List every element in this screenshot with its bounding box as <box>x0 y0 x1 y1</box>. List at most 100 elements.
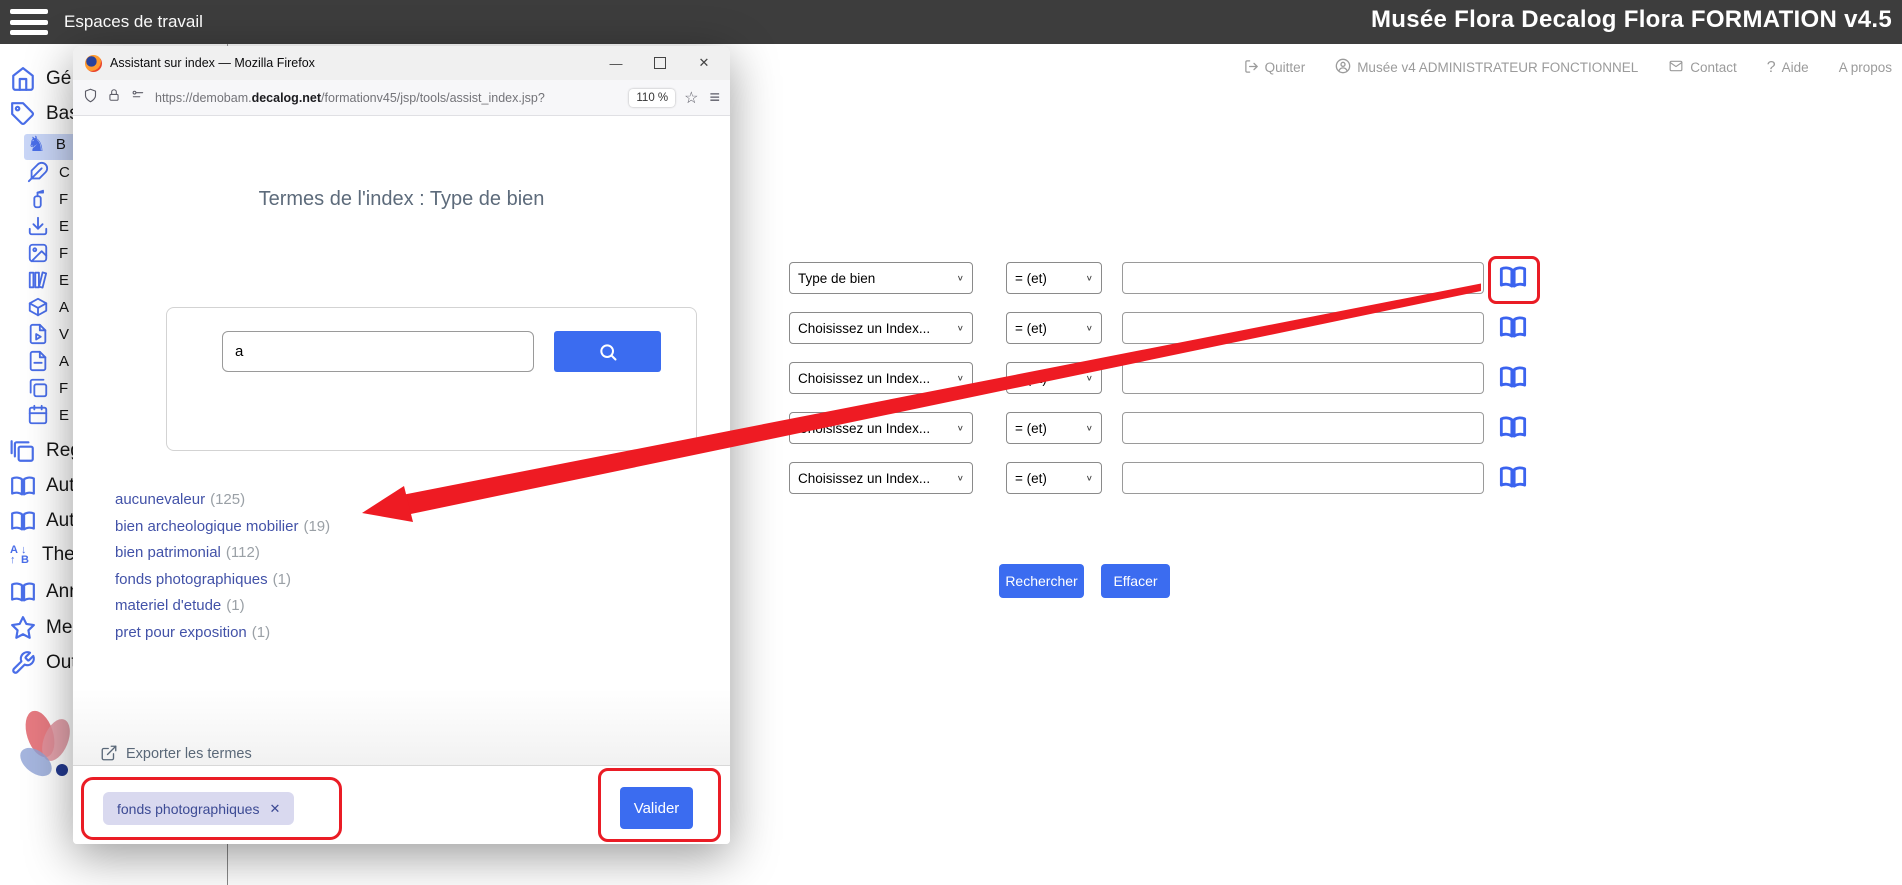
criteria-input-4[interactable] <box>1122 412 1484 444</box>
sidebar-subitem-11[interactable]: E <box>27 404 69 426</box>
address-url[interactable]: https://demobam.decalog.net/formationv45… <box>155 91 620 105</box>
sidebar-item-base[interactable]: Bas <box>10 101 79 127</box>
sidebar-subitem-2[interactable]: C <box>27 161 70 183</box>
sidebar-subitem-10[interactable]: F <box>27 377 68 399</box>
index-assistant-button-3[interactable] <box>1496 363 1530 393</box>
window-title: Assistant sur index — Mozilla Firefox <box>110 56 600 70</box>
lock-icon[interactable] <box>107 88 121 107</box>
open-book-icon <box>10 579 36 605</box>
open-book-icon <box>10 508 36 534</box>
chevron-down-icon: ∨ <box>957 374 964 383</box>
index-assistant-button-4[interactable] <box>1496 413 1530 443</box>
help-icon: ? <box>1767 59 1776 77</box>
open-book-icon <box>1497 463 1529 491</box>
zoom-level-badge[interactable]: 110 % <box>629 89 675 107</box>
open-book-icon <box>1497 413 1529 441</box>
operator-select-1[interactable]: = (et)∨ <box>1006 262 1102 294</box>
terms-list: aucunevaleur(125) bien archeologique mob… <box>115 487 330 646</box>
sidebar-item-annexes[interactable]: Ann <box>10 579 80 605</box>
registry-stack-icon <box>10 438 36 464</box>
cards-stack-icon <box>27 377 49 399</box>
index-select-5[interactable]: Choisissez un Index...∨ <box>789 462 973 494</box>
index-assistant-button-5[interactable] <box>1496 463 1530 493</box>
browser-menu-icon[interactable]: ≡ <box>709 87 720 108</box>
annotation-box-chip <box>81 777 342 840</box>
criteria-input-1[interactable] <box>1122 262 1484 294</box>
sidebar-subitem-9[interactable]: A <box>27 350 69 372</box>
index-select-4[interactable]: Choisissez un Index...∨ <box>789 412 973 444</box>
criteria-input-2[interactable] <box>1122 312 1484 344</box>
export-terms-link[interactable]: Exporter les termes <box>100 744 252 767</box>
sidebar-subitem-6[interactable]: E <box>27 269 69 291</box>
chevron-down-icon: ∨ <box>957 474 964 483</box>
sidebar-item-autorites-1[interactable]: Aut <box>10 473 75 499</box>
sidebar-item-thesaurus[interactable]: A↓↑B The <box>10 544 75 566</box>
index-assistant-button-2[interactable] <box>1496 313 1530 343</box>
operator-select-5[interactable]: = (et)∨ <box>1006 462 1102 494</box>
chevron-down-icon: ∨ <box>957 324 964 333</box>
criteria-input-5[interactable] <box>1122 462 1484 494</box>
wrench-icon <box>10 650 36 676</box>
index-select-3[interactable]: Choisissez un Index...∨ <box>789 362 973 394</box>
apropos-link[interactable]: A propos <box>1839 60 1892 75</box>
flora-logo <box>10 706 80 791</box>
contact-link[interactable]: Contact <box>1668 59 1737 76</box>
open-book-icon <box>1497 313 1529 341</box>
header-links: Quitter Musée v4 ADMINISTRATEUR FONCTION… <box>1244 58 1892 77</box>
aide-link[interactable]: ? Aide <box>1767 59 1809 77</box>
export-icon <box>100 744 118 767</box>
operator-select-2[interactable]: = (et)∨ <box>1006 312 1102 344</box>
open-book-icon <box>10 473 36 499</box>
close-icon[interactable]: ✕ <box>696 55 712 71</box>
home-icon <box>10 66 36 92</box>
app-title: Musée Flora Decalog Flora FORMATION v4.5 <box>1371 6 1892 34</box>
term-item[interactable]: aucunevaleur(125) <box>115 487 330 514</box>
sidebar-subitem-7[interactable]: A <box>27 296 69 318</box>
term-item[interactable]: bien archeologique mobilier(19) <box>115 514 330 541</box>
calendar-icon <box>27 404 49 426</box>
index-select-2[interactable]: Choisissez un Index...∨ <box>789 312 973 344</box>
sidebar-item-general[interactable]: Gé <box>10 66 71 92</box>
term-search-button[interactable] <box>554 331 661 372</box>
term-item[interactable]: bien patrimonial(112) <box>115 540 330 567</box>
video-document-icon <box>27 323 49 345</box>
rechercher-button[interactable]: Rechercher <box>999 564 1084 598</box>
chevron-down-icon: ∨ <box>1086 274 1093 283</box>
search-panel <box>166 307 697 451</box>
effacer-button[interactable]: Effacer <box>1101 564 1170 598</box>
term-item[interactable]: materiel d'etude(1) <box>115 593 330 620</box>
sidebar-item-favoris[interactable]: Mes <box>10 615 82 641</box>
term-search-input[interactable] <box>222 331 534 372</box>
criteria-input-3[interactable] <box>1122 362 1484 394</box>
term-item[interactable]: fonds photographiques(1) <box>115 567 330 594</box>
operator-select-3[interactable]: = (et)∨ <box>1006 362 1102 394</box>
sidebar-subitem-1[interactable]: ♞ B <box>27 134 66 155</box>
sidebar-item-autorites-2[interactable]: Aut <box>10 508 75 534</box>
user-icon <box>1335 58 1351 77</box>
logout-icon <box>1244 59 1259 77</box>
operator-select-4[interactable]: = (et)∨ <box>1006 412 1102 444</box>
menu-icon[interactable] <box>10 9 48 35</box>
sidebar-item-outils[interactable]: Out <box>10 650 77 676</box>
shield-icon[interactable] <box>83 88 98 108</box>
sidebar-item-registres[interactable]: Reg <box>10 438 81 464</box>
firefox-icon <box>85 55 102 72</box>
minimize-icon[interactable]: — <box>608 56 624 71</box>
quitter-link[interactable]: Quitter <box>1244 59 1306 77</box>
bookmark-star-icon[interactable]: ☆ <box>684 88 698 108</box>
index-select-1[interactable]: Type de bien∨ <box>789 262 973 294</box>
sidebar-subitem-3[interactable]: F <box>27 188 68 210</box>
sidebar-subitem-5[interactable]: F <box>27 242 68 264</box>
chess-knight-icon: ♞ <box>27 134 46 155</box>
term-item[interactable]: pret pour exposition(1) <box>115 620 330 647</box>
maximize-icon[interactable] <box>654 57 666 69</box>
chevron-down-icon: ∨ <box>1086 424 1093 433</box>
annotation-box-valider <box>598 768 721 842</box>
sidebar-subitem-4[interactable]: E <box>27 215 69 237</box>
sidebar-subitem-8[interactable]: V <box>27 323 69 345</box>
user-account[interactable]: Musée v4 ADMINISTRATEUR FONCTIONNEL <box>1335 58 1638 77</box>
permissions-icon[interactable] <box>130 88 146 107</box>
assistant-index-window: Assistant sur index — Mozilla Firefox — … <box>73 46 730 844</box>
popup-title: Termes de l'index : Type de bien <box>73 188 730 211</box>
import-tray-icon <box>27 215 49 237</box>
